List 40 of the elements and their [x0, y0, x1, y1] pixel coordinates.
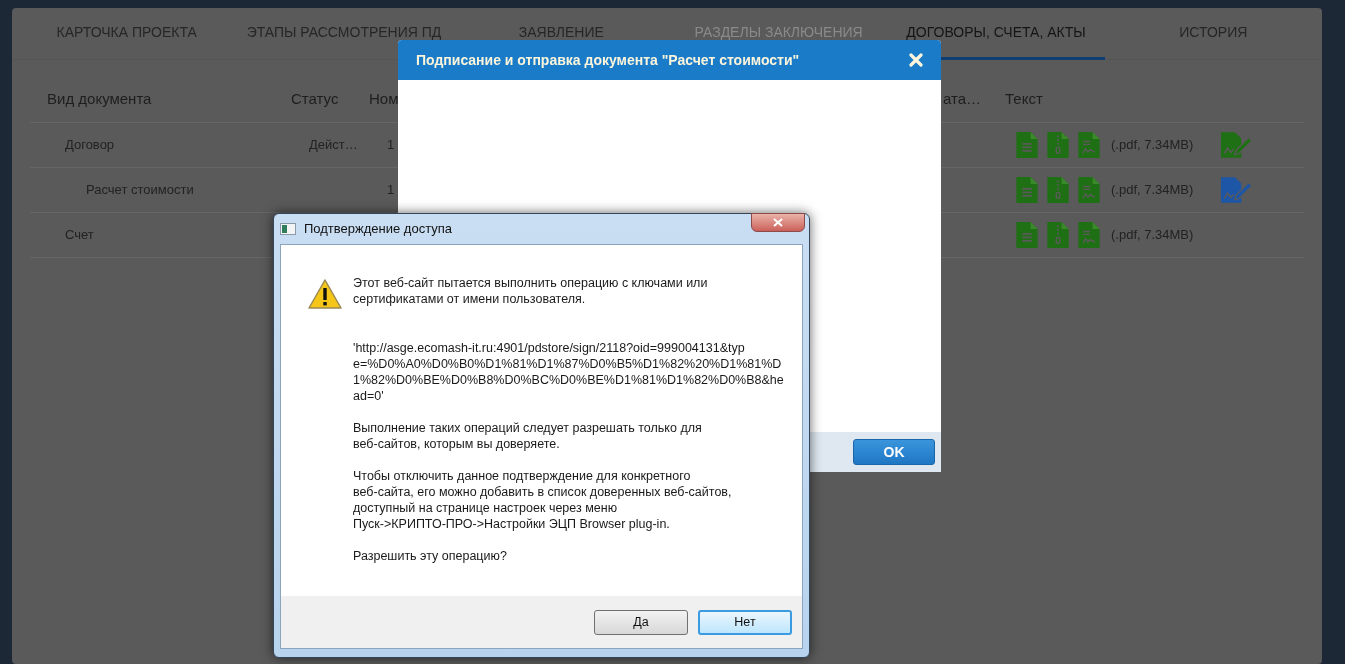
signature-file-icon[interactable]: [1078, 222, 1100, 248]
sign-document-icon[interactable]: [1221, 177, 1253, 203]
warning-icon: [307, 278, 343, 310]
signature-file-icon[interactable]: [1078, 132, 1100, 158]
document-icon[interactable]: [1016, 132, 1038, 158]
zip-file-icon[interactable]: [1047, 132, 1069, 158]
table-cell: Счет: [65, 227, 94, 243]
message-text: Разрешить эту операцию?: [353, 548, 508, 564]
file-info: (.pdf, 7.34MB): [1111, 226, 1195, 245]
sign-document-icon[interactable]: [1221, 132, 1253, 158]
zip-file-icon[interactable]: [1047, 177, 1069, 203]
close-button[interactable]: [751, 213, 805, 232]
message-text: Этот веб-сайт пытается выполнить операцию с ключами или сертификатами от имени пользователя.: [353, 275, 709, 307]
column-header: Статус: [291, 88, 340, 109]
document-icon[interactable]: [1016, 222, 1038, 248]
document-icon[interactable]: [1016, 177, 1038, 203]
file-info: (.pdf, 7.34MB): [1111, 136, 1195, 155]
table-cell: 1: [387, 137, 395, 153]
app-icon: [280, 223, 296, 235]
column-header: Ном: [369, 88, 400, 109]
message-text: Чтобы отключить данное подтверждение для конкретного веб-сайта, его можно добавить в список доверенных веб-сайтов, доступный на странице настроек через меню Пуск->КРИПТО-ПРО->Настройки ЭЦП Browser plug-in.: [353, 468, 733, 532]
table-cell: Дейст…: [309, 137, 358, 153]
message-text: Выполнение таких операций следует разрешать только для веб-сайтов, которым вы доверяете.: [353, 420, 703, 452]
close-icon[interactable]: [909, 53, 923, 67]
window-title: Подтверждение доступа: [304, 220, 453, 239]
zip-file-icon[interactable]: [1047, 222, 1069, 248]
column-header: Вид документа: [47, 88, 153, 109]
signature-file-icon[interactable]: [1078, 177, 1100, 203]
dialog-button[interactable]: Да: [594, 609, 688, 635]
dialog-title: Подписание и отправка документа "Расчет стоимости": [416, 50, 800, 70]
ok-button[interactable]: OK: [853, 439, 935, 465]
table-cell: Расчет стоимости: [86, 182, 194, 198]
dialog-button[interactable]: Нет: [698, 609, 792, 635]
column-header: Текст: [1005, 88, 1044, 109]
table-cell: Договор: [65, 137, 115, 153]
table-cell: 1: [387, 182, 395, 198]
column-header: ата…: [943, 88, 983, 109]
message-text: 'http://asge.ecomash-it.ru:4901/pdstore/sign/2118?oid=999004131&typ e=%D0%A0%D0%B0%D1%81%D1%87%D0%B5%D1%82%20%D1%81%D 1%82%D0%BE%D0%B8%D0%BC%D0%BE%D1%81%D1%82%D0%B8&he ad=0': [353, 340, 784, 404]
file-info: (.pdf, 7.34MB): [1111, 181, 1195, 200]
close-icon: [773, 218, 783, 227]
